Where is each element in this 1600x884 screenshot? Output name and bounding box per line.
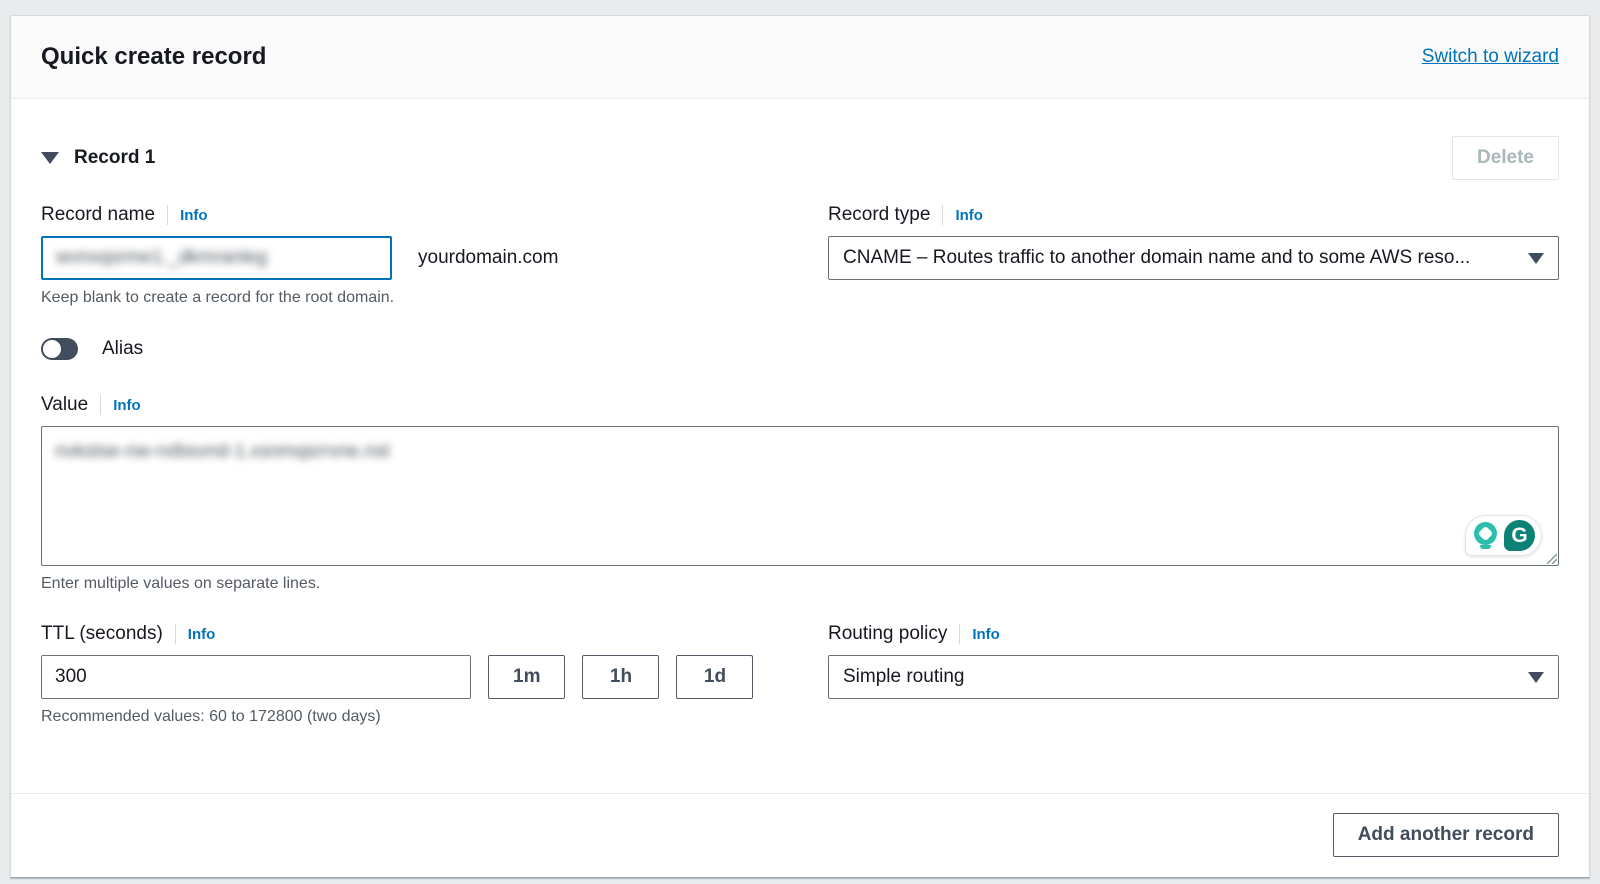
ttl-block: TTL (seconds) Info 1m 1h 1d Recommended …: [41, 623, 782, 726]
name-type-row: Record name Info wvnxqsrme1._dkmranleg y…: [41, 204, 1559, 307]
add-another-record-button[interactable]: Add another record: [1333, 813, 1559, 857]
ttl-help-text: Recommended values: 60 to 172800 (two da…: [41, 708, 782, 726]
record-name-info-link[interactable]: Info: [180, 207, 208, 224]
record-collapse-toggle[interactable]: Record 1: [41, 147, 155, 169]
dropdown-caret-icon: [1528, 253, 1544, 264]
ttl-label: TTL (seconds): [41, 623, 163, 645]
alias-toggle[interactable]: [41, 338, 78, 360]
value-block: Value Info nvkstse-nw-rxtbsvnd-1.xsnmqsr…: [41, 394, 1559, 593]
panel-body: Record 1 Delete Record name Info wvnxqsr…: [11, 136, 1589, 726]
dropdown-caret-icon: [1528, 672, 1544, 683]
ttl-input[interactable]: [41, 655, 471, 699]
ttl-1d-button[interactable]: 1d: [676, 655, 753, 699]
label-divider: [959, 624, 960, 644]
ttl-info-link[interactable]: Info: [188, 626, 216, 643]
panel-header: Quick create record Switch to wizard: [11, 16, 1589, 99]
domain-suffix-text: yourdomain.com: [418, 247, 558, 269]
record-type-select[interactable]: CNAME – Routes traffic to another domain…: [828, 236, 1559, 280]
toggle-knob: [43, 340, 61, 358]
record-name-label: Record name: [41, 204, 155, 226]
quick-create-record-panel: Quick create record Switch to wizard Rec…: [10, 15, 1590, 878]
panel-footer: Add another record: [11, 793, 1589, 877]
delete-record-button[interactable]: Delete: [1452, 136, 1559, 180]
record-type-label: Record type: [828, 204, 930, 226]
alias-label: Alias: [102, 338, 143, 360]
value-blurred-text: nvkstse-nw-rxtbsvnd-1.xsnmqsrrvne.nst: [55, 441, 390, 462]
routing-policy-selected-value: Simple routing: [843, 666, 964, 688]
record-name-input-row: wvnxqsrme1._dkmranleg yourdomain.com: [41, 236, 782, 280]
record-name-help-text: Keep blank to create a record for the ro…: [41, 289, 782, 307]
ttl-input-row: 1m 1h 1d: [41, 655, 782, 699]
value-label: Value: [41, 394, 88, 416]
label-divider: [175, 624, 176, 644]
record-name-input[interactable]: wvnxqsrme1._dkmranleg: [41, 236, 392, 280]
record-name-label-row: Record name Info: [41, 204, 782, 226]
record-type-info-link[interactable]: Info: [955, 207, 983, 224]
label-divider: [167, 205, 168, 225]
grammarly-widget[interactable]: G: [1465, 515, 1542, 556]
grammarly-icon[interactable]: G: [1504, 520, 1535, 551]
label-divider: [100, 395, 101, 415]
ttl-1m-button[interactable]: 1m: [488, 655, 565, 699]
record-name-block: Record name Info wvnxqsrme1._dkmranleg y…: [41, 204, 782, 307]
value-info-link[interactable]: Info: [113, 397, 141, 414]
record-title: Record 1: [74, 147, 155, 169]
routing-policy-info-link[interactable]: Info: [972, 626, 1000, 643]
page-title: Quick create record: [41, 43, 266, 71]
record-type-selected-value: CNAME – Routes traffic to another domain…: [843, 247, 1470, 269]
alias-row: Alias: [41, 338, 1559, 360]
record-type-block: Record type Info CNAME – Routes traffic …: [828, 204, 1559, 307]
switch-to-wizard-link[interactable]: Switch to wizard: [1422, 46, 1559, 68]
lightbulb-icon[interactable]: [1472, 522, 1499, 549]
record-header-row: Record 1 Delete: [41, 136, 1559, 180]
ttl-label-row: TTL (seconds) Info: [41, 623, 782, 645]
value-help-text: Enter multiple values on separate lines.: [41, 575, 1559, 593]
ttl-1h-button[interactable]: 1h: [582, 655, 659, 699]
routing-policy-label-row: Routing policy Info: [828, 623, 1559, 645]
collapse-triangle-icon: [41, 152, 59, 164]
record-name-blurred-value: wvnxqsrme1._dkmranleg: [56, 247, 267, 269]
routing-policy-block: Routing policy Info Simple routing: [828, 623, 1559, 726]
label-divider: [942, 205, 943, 225]
value-label-row: Value Info: [41, 394, 1559, 416]
routing-policy-select[interactable]: Simple routing: [828, 655, 1559, 699]
ttl-routing-row: TTL (seconds) Info 1m 1h 1d Recommended …: [41, 623, 1559, 726]
routing-policy-label: Routing policy: [828, 623, 947, 645]
resize-handle-icon[interactable]: [1545, 552, 1557, 564]
value-textarea[interactable]: nvkstse-nw-rxtbsvnd-1.xsnmqsrrvne.nst G: [41, 426, 1559, 566]
record-type-label-row: Record type Info: [828, 204, 1559, 226]
